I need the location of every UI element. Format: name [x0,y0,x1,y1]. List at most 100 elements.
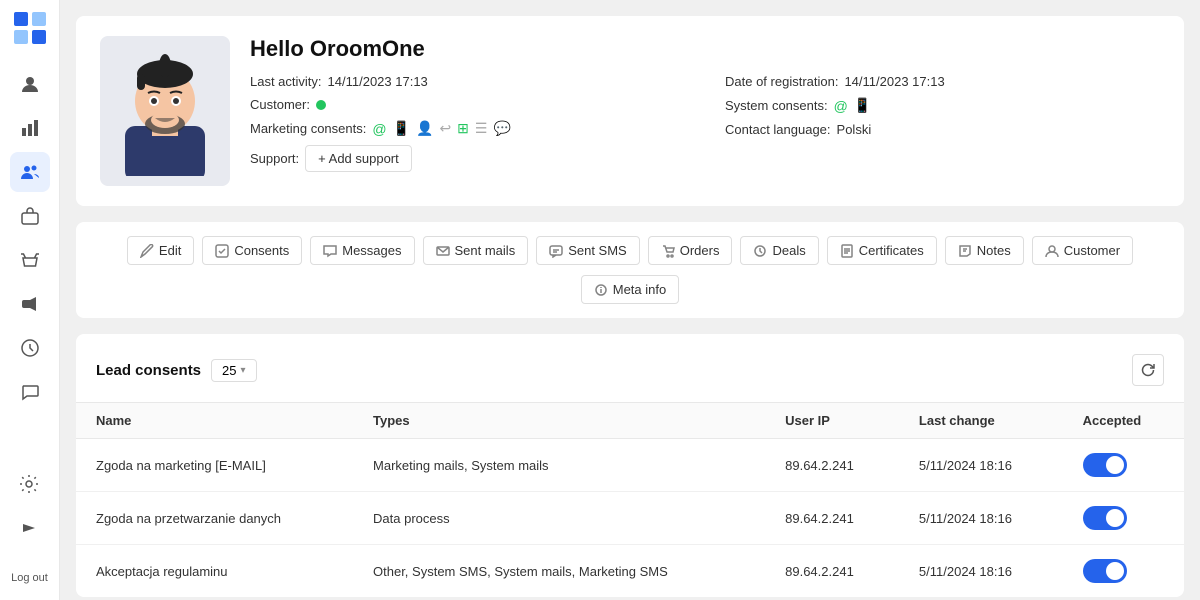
system-consents-row: System consents: @ 📱 [725,97,1160,114]
sent-mails-button[interactable]: Sent mails [423,236,529,265]
last-activity-label: Last activity: [250,74,322,89]
lead-consents-card: Lead consents 25 ▾ Name Types User IP [76,334,1184,597]
notes-button[interactable]: Notes [945,236,1024,265]
consent-email-icon: @ [372,121,386,137]
sidebar-item-chat[interactable] [10,372,50,412]
messages-icon [323,244,337,258]
table-title: Lead consents [96,362,201,379]
sidebar-item-contacts[interactable] [10,152,50,192]
add-support-button[interactable]: + Add support [305,145,412,172]
deals-button[interactable]: Deals [740,236,818,265]
marketing-consents-row: Marketing consents: @ 📱 👤 ↩ ⊞ ☰ 💬 [250,120,685,137]
date-registration-row: Date of registration: 14/11/2023 17:13 [725,74,1160,89]
sidebar-item-chart[interactable] [10,108,50,148]
support-row: Support: + Add support [250,145,685,172]
deals-icon [753,244,767,258]
system-consent-email-icon: @ [834,98,848,114]
system-consent-icons: @ 📱 [834,97,872,114]
customer-status-dot [316,100,326,110]
cell-accepted [1063,439,1184,492]
accepted-toggle[interactable] [1083,453,1127,477]
sidebar-item-basket[interactable] [10,240,50,280]
cell-user-ip: 89.64.2.241 [765,439,899,492]
customer-icon [1045,244,1059,258]
mail-icon [436,244,450,258]
col-name: Name [76,403,353,439]
meta-info-icon [594,283,608,297]
cell-user-ip: 89.64.2.241 [765,545,899,598]
customer-row: Customer: [250,97,685,112]
consent-share-icon: ↩ [439,120,451,137]
customer-label: Customer: [250,97,310,112]
contact-language-label: Contact language: [725,122,831,137]
cell-last-change: 5/11/2024 18:16 [899,545,1063,598]
certificates-button[interactable]: Certificates [827,236,937,265]
messages-button[interactable]: Messages [310,236,414,265]
consent-user-icon: 👤 [416,120,433,137]
refresh-button[interactable] [1132,354,1164,386]
orders-icon [661,244,675,258]
table-row: Akceptacja regulaminu Other, System SMS,… [76,545,1184,598]
cell-user-ip: 89.64.2.241 [765,492,899,545]
consents-button[interactable]: Consents [202,236,302,265]
profile-card: Hello OroomOne Last activity: 14/11/2023… [76,16,1184,206]
sidebar-item-settings[interactable] [9,464,49,504]
date-registration-value: 14/11/2023 17:13 [844,74,944,89]
refresh-icon [1140,362,1156,378]
system-consents-label: System consents: [725,98,828,113]
cell-last-change: 5/11/2024 18:16 [899,492,1063,545]
col-accepted: Accepted [1063,403,1184,439]
meta-info-button[interactable]: Meta info [581,275,679,304]
last-activity-row: Last activity: 14/11/2023 17:13 [250,74,685,89]
action-row-secondary: Meta info [581,275,679,304]
consents-icon [215,244,229,258]
sent-sms-button[interactable]: Sent SMS [536,236,640,265]
accepted-toggle[interactable] [1083,506,1127,530]
col-user-ip: User IP [765,403,899,439]
certificates-icon [840,244,854,258]
notes-icon [958,244,972,258]
profile-name: Hello OroomOne [250,36,1160,62]
sidebar-item-avatar[interactable] [10,64,50,104]
action-bar: Edit Consents Messages Sent mails Sent S… [76,222,1184,318]
customer-button[interactable]: Customer [1032,236,1133,265]
table-row: Zgoda na przetwarzanie danych Data proce… [76,492,1184,545]
cell-name: Zgoda na przetwarzanie danych [76,492,353,545]
consent-phone-icon: 📱 [393,120,410,137]
consents-table: Name Types User IP Last change Accepted … [76,402,1184,597]
support-label: Support: [250,151,299,166]
consents-table-body: Zgoda na marketing [E-MAIL] Marketing ma… [76,439,1184,598]
sidebar-item-briefcase[interactable] [10,196,50,236]
table-row: Zgoda na marketing [E-MAIL] Marketing ma… [76,439,1184,492]
edit-button[interactable]: Edit [127,236,194,265]
contact-language-row: Contact language: Polski [725,122,1160,137]
sms-icon [549,244,563,258]
sidebar: Log out [0,0,60,600]
cell-accepted [1063,492,1184,545]
avatar-box [100,36,230,186]
sidebar-item-megaphone[interactable] [10,284,50,324]
action-row-primary: Edit Consents Messages Sent mails Sent S… [127,236,1133,265]
logout-button[interactable]: Log out [7,568,52,588]
contact-language-value: Polski [837,122,872,137]
logo[interactable] [14,12,46,44]
consent-chat-icon: 💬 [493,120,510,137]
cell-name: Akceptacja regulaminu [76,545,353,598]
accepted-toggle[interactable] [1083,559,1127,583]
table-header: Name Types User IP Last change Accepted [76,403,1184,439]
sidebar-item-flag[interactable] [9,512,49,552]
col-types: Types [353,403,765,439]
chevron-down-icon: ▾ [241,365,246,376]
sidebar-item-history[interactable] [10,328,50,368]
date-registration-label: Date of registration: [725,74,838,89]
cell-accepted [1063,545,1184,598]
table-header-row: Lead consents 25 ▾ [76,354,1184,402]
last-activity-value: 14/11/2023 17:13 [328,74,428,89]
count-badge[interactable]: 25 ▾ [211,359,257,382]
marketing-consent-icons: @ 📱 👤 ↩ ⊞ ☰ 💬 [372,120,511,137]
main-content: Hello OroomOne Last activity: 14/11/2023… [60,0,1200,600]
orders-button[interactable]: Orders [648,236,733,265]
marketing-consents-label: Marketing consents: [250,121,366,136]
col-last-change: Last change [899,403,1063,439]
edit-icon [140,244,154,258]
